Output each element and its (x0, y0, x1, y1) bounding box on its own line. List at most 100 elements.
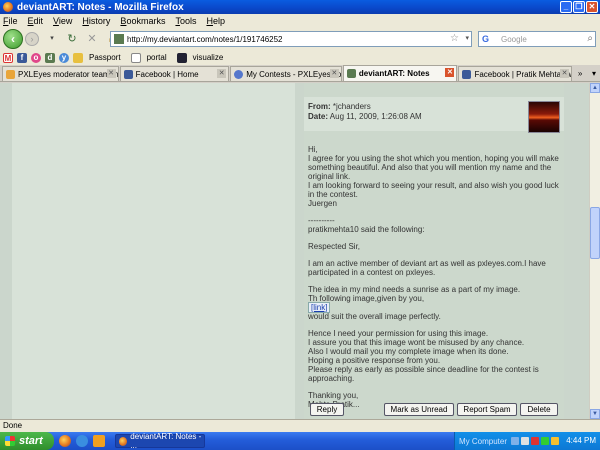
tab-list-icon[interactable]: ▾ (588, 66, 600, 81)
tab-close-icon[interactable]: ✕ (560, 69, 570, 78)
note-header: From: *jchanders Date: Aug 11, 2009, 1:2… (304, 97, 564, 131)
url-bar[interactable]: http://my.deviantart.com/notes/1/1917462… (110, 31, 472, 47)
bookmark-star-icon[interactable]: ☆ (450, 33, 459, 44)
avatar[interactable] (528, 101, 560, 133)
tab-bar: PXLEyes moderator team m... ✕ Facebook |… (0, 65, 600, 82)
gmail-icon[interactable]: M (3, 52, 13, 63)
minimize-icon[interactable]: _ (560, 1, 572, 13)
tab-facebook-pratik[interactable]: Facebook | Pratik Mehta Sw... ✕ (458, 66, 573, 81)
from-label: From: (308, 102, 331, 111)
media-quicklaunch-icon[interactable] (93, 435, 105, 447)
search-input[interactable]: G Google ⌕ (478, 31, 596, 47)
mark-unread-button[interactable]: Mark as Unread (384, 403, 454, 416)
quote-header: pratikmehta10 said the following: (308, 225, 425, 234)
report-spam-button[interactable]: Report Spam (457, 403, 517, 416)
note-text: Please reply as early as possible since … (308, 365, 539, 383)
tab-label: Facebook | Home (135, 69, 199, 79)
note-text: Respected Sir, (308, 242, 361, 251)
note-text: Hence I need your permission for using t… (308, 329, 489, 338)
reply-button[interactable]: Reply (310, 403, 344, 416)
tab-my-contests[interactable]: My Contests - PXLEyes.com ✕ (230, 66, 342, 81)
history-dropdown-icon[interactable]: ▾ (45, 32, 59, 46)
back-button[interactable]: ‹ (3, 29, 23, 49)
menu-tools[interactable]: Tools (175, 16, 196, 26)
tab-label: PXLEyes moderator team m... (18, 69, 119, 79)
close-window-icon[interactable]: ✕ (586, 1, 598, 13)
volume-icon[interactable] (521, 437, 530, 445)
tab-facebook-home[interactable]: Facebook | Home ✕ (119, 66, 230, 81)
windows-taskbar: start deviantART: Notes - ... My Compute… (0, 432, 600, 450)
google-icon[interactable]: G (482, 34, 494, 44)
search-icon[interactable]: ⌕ (587, 33, 593, 44)
note-from: From: *jchanders (308, 102, 371, 111)
tab-deviantart-notes[interactable]: deviantART: Notes ✕ (342, 65, 458, 81)
reload-icon[interactable]: ↻ (65, 32, 79, 46)
stop-icon[interactable]: ✕ (85, 32, 99, 46)
note-body: Hi, I agree for you using the shot which… (308, 145, 562, 417)
menu-edit[interactable]: Edit (28, 16, 44, 26)
note-actions: Reply Mark as Unread Report Spam Delete (304, 401, 564, 419)
status-text: Done (3, 421, 23, 430)
taskbar-item-label: deviantART: Notes - ... (130, 432, 202, 450)
delete-button[interactable]: Delete (520, 403, 558, 416)
menu-help[interactable]: Help (206, 16, 225, 26)
tab-pxleyes-moderator[interactable]: PXLEyes moderator team m... ✕ (2, 66, 119, 81)
page-scrollbar[interactable]: ▲ ▼ (589, 83, 600, 419)
scroll-up-icon[interactable]: ▲ (590, 83, 600, 93)
note-text: Hi, (308, 145, 318, 154)
note-text: I assure you that this image wont be mis… (308, 338, 525, 347)
menu-bar: File Edit View History Bookmarks Tools H… (0, 14, 600, 28)
network-icon[interactable] (511, 437, 520, 445)
note-text: I agree for you using the shot which you… (308, 154, 559, 181)
bookmark-visualize[interactable]: visualize (193, 53, 224, 62)
start-button[interactable]: start (0, 432, 54, 450)
note-text: Also I would mail you my complete image … (308, 347, 509, 356)
scroll-down-icon[interactable]: ▼ (590, 409, 600, 419)
note-separator: ---------- (308, 216, 335, 225)
windows-flag-icon (5, 436, 15, 446)
messenger-icon[interactable] (541, 437, 550, 445)
orkut-icon[interactable]: o (31, 52, 41, 63)
yahoo-icon[interactable]: y (59, 52, 69, 63)
tab-scroll-right-icon[interactable]: » (574, 66, 586, 81)
update-icon[interactable] (551, 437, 560, 445)
facebook-icon[interactable]: f (17, 52, 27, 63)
tab-close-icon[interactable]: ✕ (217, 69, 227, 78)
bookmarks-toolbar: M f o d y Passport portal visualize (0, 50, 600, 65)
tray-label: My Computer (459, 436, 508, 446)
menu-file[interactable]: File (3, 16, 18, 26)
passport-icon[interactable] (73, 52, 83, 63)
deviantart-icon[interactable]: d (45, 52, 55, 63)
menu-bookmarks[interactable]: Bookmarks (120, 16, 165, 26)
visualize-icon[interactable] (176, 52, 187, 63)
site-favicon-icon (114, 34, 124, 44)
date-value: Aug 11, 2009, 1:26:08 AM (329, 112, 422, 121)
menu-history[interactable]: History (82, 16, 110, 26)
firefox-quicklaunch-icon[interactable] (59, 435, 71, 447)
tab-close-icon[interactable]: ✕ (445, 68, 455, 77)
note-text: would suit the overall image perfectly. (308, 312, 441, 321)
start-label: start (19, 435, 43, 447)
restore-icon[interactable]: ❐ (573, 1, 585, 13)
page-icon[interactable] (130, 52, 141, 63)
bookmark-portal[interactable]: portal (147, 53, 167, 62)
url-text: http://my.deviantart.com/notes/1/1917462… (127, 34, 283, 44)
scrollbar-thumb[interactable] (590, 207, 600, 259)
bookmark-passport[interactable]: Passport (89, 53, 121, 62)
page-content: From: *jchanders Date: Aug 11, 2009, 1:2… (0, 83, 589, 419)
window-controls: _ ❐ ✕ (560, 1, 598, 13)
taskbar-item-firefox[interactable]: deviantART: Notes - ... (115, 432, 205, 450)
tab-close-icon[interactable]: ✕ (329, 69, 339, 78)
window-titlebar: deviantART: Notes - Mozilla Firefox _ ❐ … (0, 0, 600, 14)
facebook-icon (123, 69, 133, 79)
ie-quicklaunch-icon[interactable] (76, 435, 88, 447)
url-dropdown-icon[interactable]: ▾ (465, 34, 469, 42)
window-title: deviantART: Notes - Mozilla Firefox (17, 1, 184, 13)
menu-view[interactable]: View (53, 16, 72, 26)
firefox-icon (3, 2, 13, 12)
clock: 4:44 PM (566, 436, 596, 445)
antivirus-icon[interactable] (531, 437, 540, 445)
tab-close-icon[interactable]: ✕ (106, 69, 116, 78)
forward-button[interactable]: › (25, 32, 39, 46)
from-value[interactable]: *jchanders (333, 102, 371, 111)
